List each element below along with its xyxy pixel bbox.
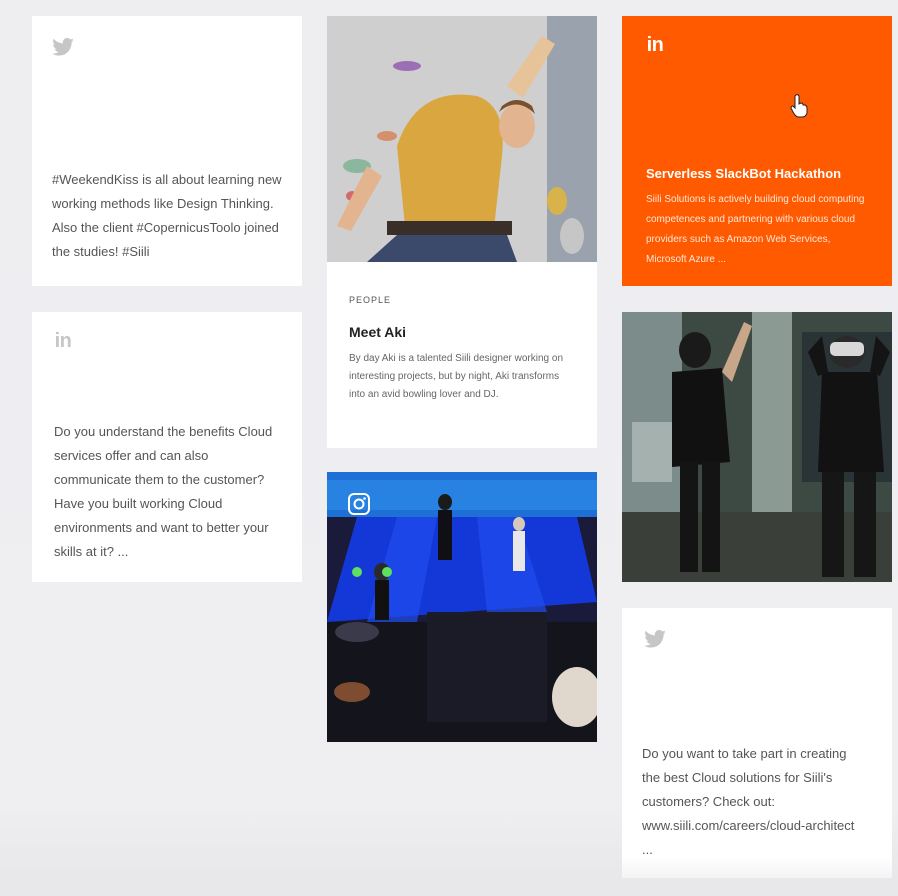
instagram-icon (347, 492, 371, 516)
tweet-text: #WeekendKiss is all about learning new w… (52, 172, 282, 259)
feed-card-photo[interactable] (622, 312, 892, 582)
feed-card-twitter-2[interactable]: Do you want to take part in creating the… (622, 608, 892, 878)
feed-card-article[interactable]: PEOPLE Meet Aki By day Aki is a talented… (327, 16, 597, 448)
feed-card-linkedin-1[interactable]: in Do you understand the benefits Cloud … (32, 312, 302, 582)
linkedin-icon: in (646, 33, 664, 56)
twitter-icon (52, 38, 74, 56)
twitter-icon (644, 630, 666, 648)
featured-post-excerpt: Siili Solutions is actively building clo… (646, 194, 865, 265)
linkedin-icon: in (54, 329, 72, 352)
climbing-photo (327, 16, 597, 262)
featured-post-title[interactable]: Serverless SlackBot Hackathon (646, 166, 841, 181)
linkedin-post-text: Do you understand the benefits Cloud ser… (54, 424, 273, 559)
feed-card-linkedin-featured[interactable]: in Serverless SlackBot Hackathon Siili S… (622, 16, 892, 286)
tweet-text: Do you want to take part in creating the… (642, 746, 855, 857)
feed-card-instagram[interactable] (327, 472, 597, 742)
feed-card-twitter-1[interactable]: #WeekendKiss is all about learning new w… (32, 16, 302, 286)
article-title[interactable]: Meet Aki (349, 324, 406, 340)
article-category: PEOPLE (349, 295, 392, 305)
social-feed-wall: #WeekendKiss is all about learning new w… (0, 0, 898, 896)
hand-cursor-icon (790, 94, 808, 118)
office-vr-photo (622, 312, 892, 582)
article-excerpt: By day Aki is a talented Siili designer … (349, 353, 564, 400)
